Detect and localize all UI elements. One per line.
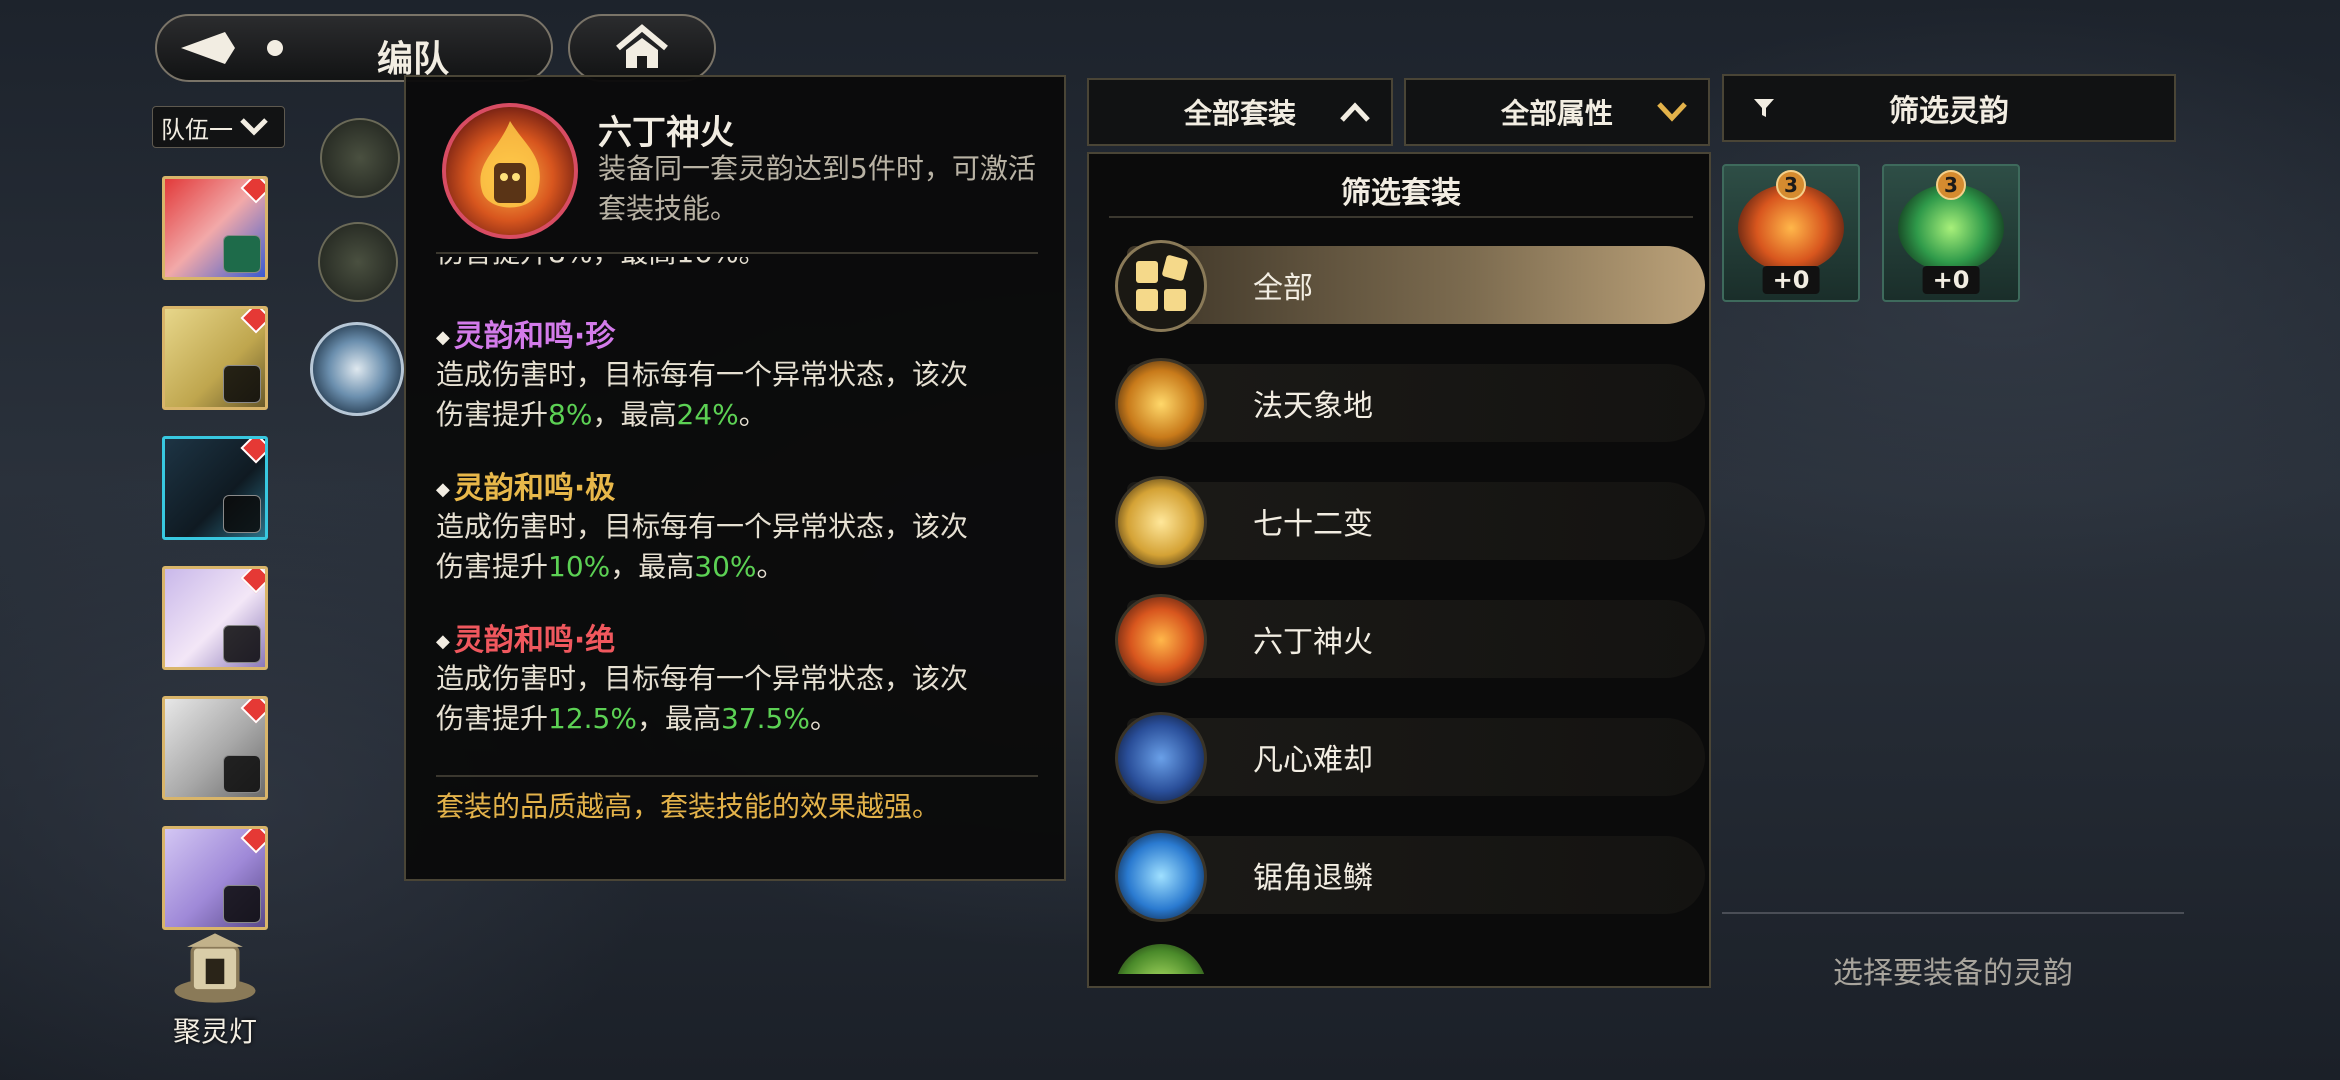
equipment-badge-icon <box>223 235 261 273</box>
back-arrow-icon <box>177 28 297 68</box>
divider <box>436 252 1038 254</box>
tier-title: ◆ 灵韵和鸣·绝 <box>436 623 616 658</box>
set-item-partial <box>1115 944 1207 974</box>
set-dropdown-label: 全部套装 <box>1183 97 1296 130</box>
tier-title: ◆ 灵韵和鸣·极 <box>436 471 616 506</box>
clipped-tier-text: 伤害提升8%，最高16%。 <box>436 257 1038 281</box>
blue-dragon-icon <box>1115 830 1207 922</box>
equipment-badge-icon <box>223 885 261 923</box>
home-icon <box>616 24 668 68</box>
character-portrait[interactable] <box>162 566 268 670</box>
spiral-skill-icon[interactable] <box>310 322 404 416</box>
character-portrait[interactable] <box>162 176 268 280</box>
set-name: 六丁神火 <box>598 113 734 153</box>
character-portrait[interactable] <box>162 436 268 540</box>
tooltip-footer: 套装的品质越高，套装技能的效果越强。 <box>436 790 941 823</box>
tier-title: ◆ 灵韵和鸣·珍 <box>436 319 616 354</box>
set-item-label: 七十二变 <box>1253 507 1373 542</box>
set-filter-title: 筛选套装 <box>1341 176 1461 211</box>
set-item-qishierbian[interactable]: 七十二变 <box>1115 476 1705 568</box>
spirit-lamp-button[interactable]: 聚灵灯 <box>150 930 280 1050</box>
blue-figure-icon <box>1115 712 1207 804</box>
set-item-label: 凡心难却 <box>1253 743 1373 778</box>
set-item-jujiaotuilin[interactable]: 锯角退鳞 <box>1115 830 1705 922</box>
equipment-badge-icon <box>223 495 261 533</box>
fire-set-icon <box>442 103 578 239</box>
set-item-label: 全部 <box>1253 271 1313 306</box>
set-item-label: 六丁神火 <box>1253 625 1373 660</box>
golden-beast-icon <box>1115 476 1207 568</box>
set-filter-panel: 筛选套装 全部 法天象地 七十二变 六丁神火 凡心难却 锯角退鳞 <box>1087 152 1711 988</box>
back-button[interactable]: 编队 <box>155 14 553 82</box>
filter-soul-label: 筛选灵韵 <box>1889 94 2009 129</box>
divider <box>1722 912 2184 914</box>
set-description: 装备同一套灵韵达到5件时，可激活套装技能。 <box>598 152 1036 225</box>
equipment-badge-icon <box>223 365 261 403</box>
character-portrait[interactable] <box>162 696 268 800</box>
tier-body: 造成伤害时，目标每有一个异常状态，该次 伤害提升8%，最高24%。 <box>436 358 969 431</box>
set-item-label: 锯角退鳞 <box>1253 861 1373 896</box>
equipment-badge-icon <box>223 755 261 793</box>
empty-hint: 选择要装备的灵韵 <box>1833 956 2073 991</box>
character-portrait[interactable] <box>162 826 268 930</box>
attribute-dropdown[interactable]: 全部属性 <box>1404 78 1710 146</box>
set-tooltip: 六丁神火 装备同一套灵韵达到5件时，可激活套装技能。 伤害提升8%，最高16%。… <box>404 75 1066 881</box>
team-selector[interactable]: 队伍一 <box>152 106 285 148</box>
attribute-dropdown-label: 全部属性 <box>1500 97 1613 130</box>
soul-item[interactable]: 3 +0 <box>1722 164 1860 302</box>
filter-icon <box>1754 99 1774 117</box>
fire-set-icon <box>1115 594 1207 686</box>
team-selector-label: 队伍一 <box>161 115 233 144</box>
set-item-fatianxiangdi[interactable]: 法天象地 <box>1115 358 1705 450</box>
tier-body: 造成伤害时，目标每有一个异常状态，该次 伤害提升12.5%，最高37.5%。 <box>436 662 969 735</box>
soul-item[interactable]: 3 +0 <box>1882 164 2020 302</box>
home-button[interactable] <box>568 14 716 82</box>
golden-giant-icon <box>1115 358 1207 450</box>
soul-enhance-level: +0 <box>1922 266 1980 294</box>
soul-enhance-level: +0 <box>1762 266 1820 294</box>
lamp-label: 聚灵灯 <box>172 1015 257 1048</box>
set-item-label: 法天象地 <box>1253 389 1373 424</box>
character-portrait[interactable] <box>162 306 268 410</box>
chevron-up-icon <box>1340 102 1370 122</box>
talisman-icon[interactable] <box>318 222 398 302</box>
filter-soul-button[interactable]: 筛选灵韵 <box>1722 74 2176 142</box>
tier-title-text: 灵韵和鸣·珍 <box>453 319 616 354</box>
talisman-icon[interactable] <box>320 118 400 198</box>
chevron-down-icon <box>1657 102 1687 122</box>
tier-body: 造成伤害时，目标每有一个异常状态，该次 伤害提升10%，最高30%。 <box>436 510 969 583</box>
all-sets-icon <box>1115 240 1207 332</box>
divider <box>436 775 1038 777</box>
set-item-fanxinnanque[interactable]: 凡心难却 <box>1115 712 1705 804</box>
soul-level: 3 <box>1776 170 1806 200</box>
set-item-all[interactable]: 全部 <box>1115 240 1705 332</box>
tier-title-text: 灵韵和鸣·绝 <box>453 623 616 658</box>
equipment-badge-icon <box>223 625 261 663</box>
set-dropdown[interactable]: 全部套装 <box>1087 78 1393 146</box>
soul-level: 3 <box>1936 170 1966 200</box>
set-item-liudingshenhuo[interactable]: 六丁神火 <box>1115 594 1705 686</box>
divider <box>1109 216 1693 218</box>
lamp-icon <box>174 933 256 1003</box>
chevron-down-icon <box>240 118 268 136</box>
tier-title-text: 灵韵和鸣·极 <box>453 471 616 506</box>
